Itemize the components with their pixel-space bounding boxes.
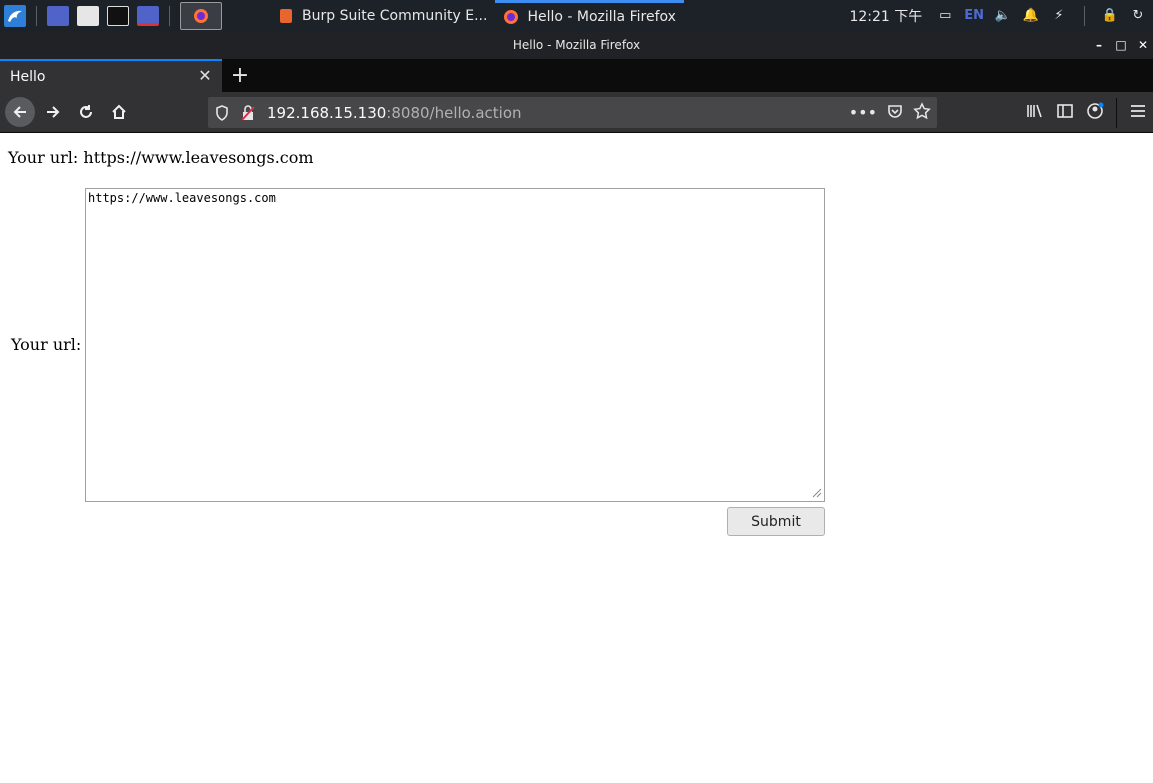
url-path: :8080/hello.action [386,103,522,122]
url-host: 192.168.15.130 [267,103,387,122]
firefox-icon [194,8,208,23]
home-button[interactable] [104,97,134,127]
minimize-icon[interactable]: – [1093,39,1105,51]
home-icon [112,104,126,119]
logout-icon[interactable]: ↻ [1129,7,1147,25]
window-title: Hello - Mozilla Firefox [512,38,641,52]
shield-icon[interactable] [208,104,236,121]
power-manager-icon[interactable]: ⚡ [1050,7,1068,25]
toolbar-right [1026,92,1147,133]
url-field-label: Your url: [11,335,82,354]
burp-suite-icon [280,8,292,23]
url-text: 192.168.15.130:8080/hello.action [267,104,522,122]
back-button[interactable] [5,97,35,127]
terminal-icon[interactable] [107,5,129,26]
window-titlebar[interactable]: Hello - Mozilla Firefox – □ ✕ [0,31,1153,59]
firefox-icon [504,10,519,24]
close-tab-icon[interactable]: ✕ [196,67,214,85]
taskbar-item-label: Burp Suite Community E... [302,7,488,24]
close-window-icon[interactable]: ✕ [1137,39,1149,51]
new-tab-button[interactable]: + [222,59,258,92]
taskbar-item-burp[interactable]: Burp Suite Community E... [270,0,495,31]
desktop-panel: Burp Suite Community E... Hello - Mozill… [0,0,1153,31]
screen-recorder-icon[interactable] [137,5,159,26]
url-bar[interactable]: 192.168.15.130:8080/hello.action ••• [208,97,937,128]
kali-menu-button[interactable] [0,0,30,31]
account-icon[interactable] [1086,102,1104,124]
panel-separator [1084,5,1085,26]
tab-strip: Hello ✕ + [0,59,1153,92]
url-textarea[interactable]: https://www.leavesongs.com [85,188,825,502]
taskbar-item-firefox[interactable]: Hello - Mozilla Firefox [495,0,684,31]
hamburger-menu-icon[interactable] [1129,102,1147,124]
kali-dragon-icon [4,4,26,27]
workspace-icon[interactable] [47,5,69,26]
submit-button[interactable]: Submit [727,507,825,536]
keyboard-layout[interactable]: EN [964,8,984,23]
nav-toolbar: 192.168.15.130:8080/hello.action ••• [0,92,1153,133]
notification-bell-icon[interactable]: 🔔 [1022,7,1040,25]
volume-icon[interactable]: 🔈 [994,7,1012,25]
forward-button[interactable] [38,97,68,127]
firefox-launcher-icon[interactable] [180,1,222,30]
sidebar-icon[interactable] [1056,102,1074,124]
arrow-right-icon [47,106,60,118]
taskbar-item-label: Hello - Mozilla Firefox [527,9,676,25]
reload-icon [80,105,92,118]
lock-icon[interactable]: 🔒 [1101,7,1119,25]
insecure-lock-icon[interactable] [236,104,260,121]
display-icon[interactable]: ▭ [936,7,954,25]
tab-title: Hello [10,68,46,85]
panel-separator [36,5,37,26]
resize-grip-icon[interactable] [810,486,822,498]
maximize-icon[interactable]: □ [1115,39,1127,51]
clock[interactable]: 12:21 下午 [849,6,922,26]
page-actions-icon[interactable]: ••• [849,103,877,122]
tab-hello[interactable]: Hello ✕ [0,59,222,92]
plus-icon: + [230,63,250,88]
panel-separator [169,5,170,26]
system-tray: 12:21 下午 ▭ EN 🔈 🔔 ⚡ 🔒 ↻ [849,0,1147,31]
pocket-icon[interactable] [887,103,903,123]
result-text: Your url: https://www.leavesongs.com [8,148,314,167]
file-manager-icon[interactable] [77,5,99,26]
arrow-left-icon [13,106,26,118]
toolbar-separator [1116,97,1117,128]
bookmark-star-icon[interactable] [913,101,931,124]
reload-button[interactable] [71,97,101,127]
page-content: Your url: https://www.leavesongs.com You… [0,133,1153,783]
library-icon[interactable] [1026,102,1044,124]
